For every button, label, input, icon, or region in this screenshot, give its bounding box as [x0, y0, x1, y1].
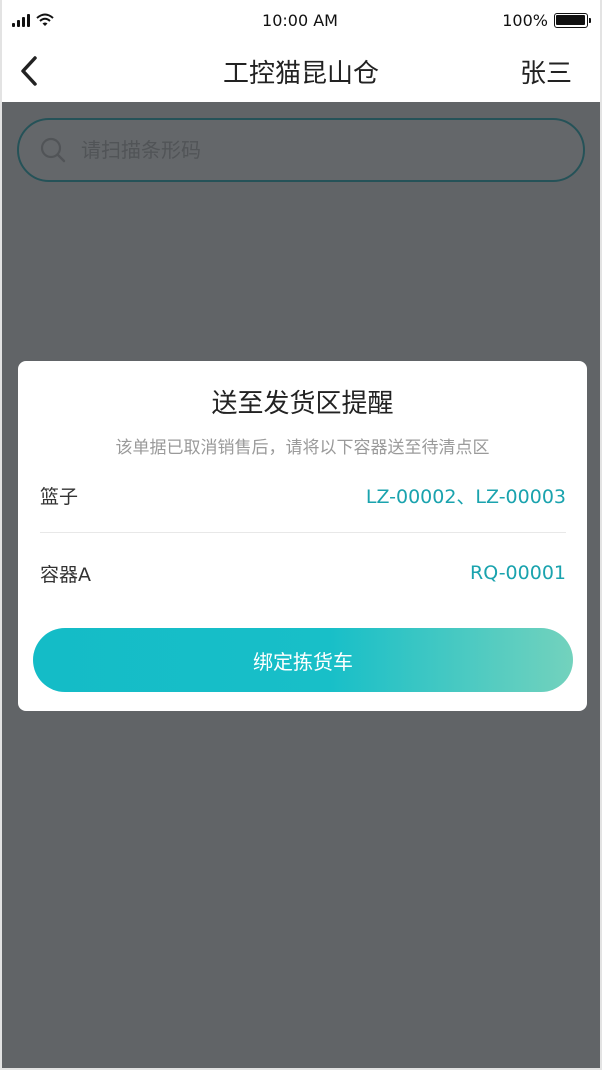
bind-picking-cart-button[interactable]: 绑定拣货车: [33, 628, 573, 692]
chevron-left-icon: [21, 56, 37, 86]
cellular-signal-icon: [12, 13, 30, 27]
row-divider: [40, 532, 566, 533]
user-name[interactable]: 张三: [520, 53, 572, 90]
back-button[interactable]: [14, 51, 44, 91]
status-right: 100%: [468, 10, 591, 30]
container-row: 容器A RQ-00001: [40, 553, 566, 593]
dialog-title: 送至发货区提醒: [211, 389, 394, 419]
battery-percent: 100%: [502, 10, 548, 30]
status-bar: 10:00 AM 100%: [2, 0, 600, 40]
status-left: [12, 13, 132, 27]
battery-level: [556, 15, 586, 25]
status-time: 10:00 AM: [262, 10, 338, 30]
app-screen: 10:00 AM 100% 工控猫昆山仓 张三 送至发货区提醒 该单据已取消: [0, 0, 602, 1070]
page-title: 工控猫昆山仓: [222, 58, 379, 89]
dialog-description: 该单据已取消销售后，请将以下容器送至待清点区: [115, 438, 490, 458]
row-label: 容器A: [40, 563, 91, 586]
reminder-dialog: 送至发货区提醒 该单据已取消销售后，请将以下容器送至待清点区 篮子 LZ-000…: [18, 361, 587, 711]
battery-icon: [553, 12, 591, 28]
row-value: RQ-00001: [470, 562, 566, 584]
nav-bar: 工控猫昆山仓 张三: [2, 40, 600, 102]
row-label: 篮子: [40, 485, 79, 508]
wifi-icon: [36, 13, 54, 26]
row-value: LZ-00002、LZ-00003: [365, 485, 566, 508]
container-row: 篮子 LZ-00002、LZ-00003: [40, 475, 566, 515]
